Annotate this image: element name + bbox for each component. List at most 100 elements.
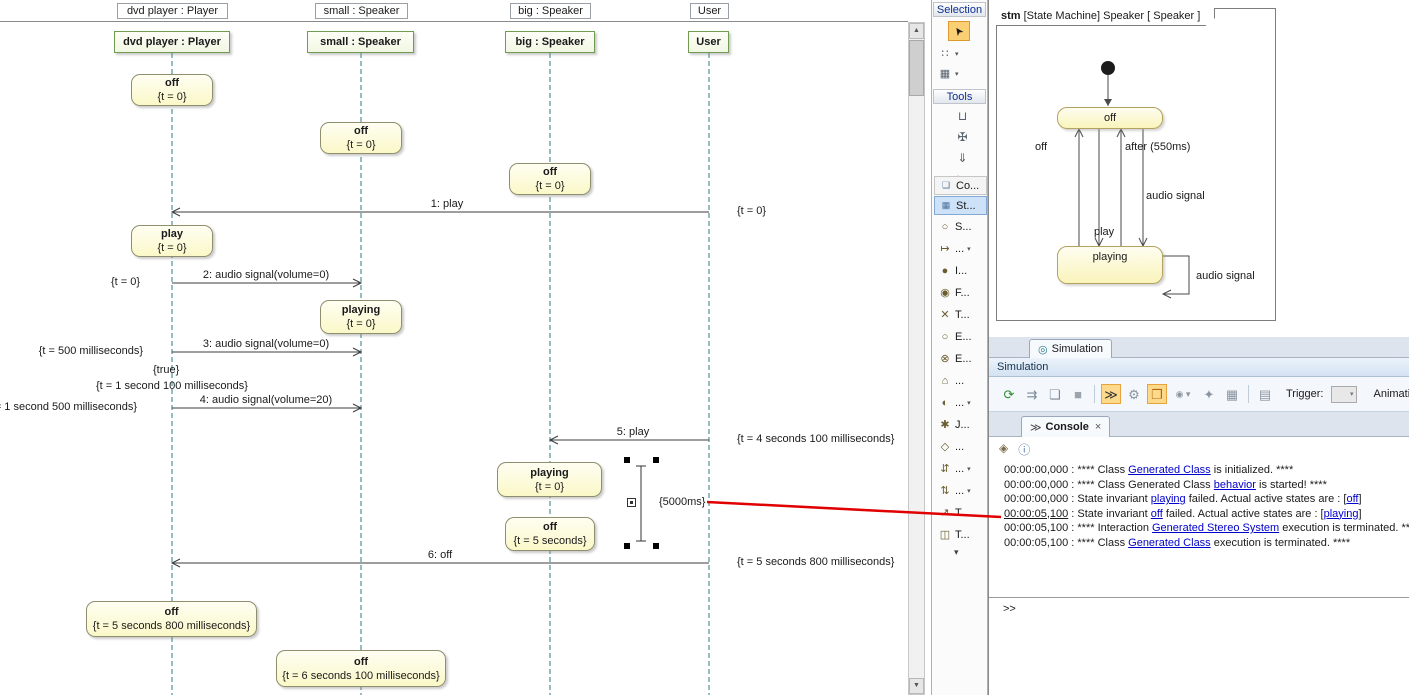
console-output[interactable]: 00:00:00,000 : **** Class Generated Clas…: [1004, 463, 1409, 550]
palette-item[interactable]: ⌂...: [934, 371, 987, 390]
dropdown-icon[interactable]: ▾: [955, 50, 959, 58]
palette-item[interactable]: ⇅...▾: [934, 481, 987, 500]
time-constraint-text[interactable]: {t = 4 seconds 100 milliseconds}: [737, 433, 894, 445]
palette-tool-row[interactable]: ⇓: [934, 148, 987, 167]
palette-section-Co[interactable]: ❏Co...: [934, 176, 987, 195]
state-invariant[interactable]: off{t = 0}: [131, 74, 213, 106]
message-label[interactable]: 1: play: [337, 198, 557, 210]
state-invariant[interactable]: off{t = 5 seconds}: [505, 517, 595, 551]
sm-transition-label[interactable]: after (550ms): [1125, 141, 1190, 153]
scroll-down-icon[interactable]: ▼: [909, 678, 924, 694]
console-line[interactable]: 00:00:00,000 : **** Class Generated Clas…: [1004, 478, 1409, 493]
console-line[interactable]: 00:00:05,100 : State invariant off faile…: [1004, 507, 1409, 522]
lock-icon[interactable]: ✦: [1199, 384, 1219, 404]
dropdown-icon[interactable]: ▾: [955, 70, 959, 78]
scrollbar-thumb[interactable]: [909, 40, 924, 96]
variables-table-icon[interactable]: ▦: [1222, 384, 1242, 404]
palette-section-St[interactable]: ▦St...: [934, 196, 987, 215]
sm-state-off[interactable]: off: [1057, 107, 1163, 129]
run-icon[interactable]: ⟳: [999, 384, 1019, 404]
time-constraint-text[interactable]: {t = 0}: [111, 276, 140, 288]
palette-item[interactable]: ✕T...: [934, 305, 987, 324]
console-link[interactable]: off: [1151, 508, 1163, 520]
sm-transition-label[interactable]: off: [1035, 141, 1047, 153]
tab-simulation[interactable]: ◎ Simulation: [1029, 339, 1112, 358]
state-invariant[interactable]: off{t = 6 seconds 100 milliseconds}: [276, 650, 446, 687]
info-icon[interactable]: ⓘ: [1018, 441, 1030, 458]
breakpoints-icon[interactable]: ◉ ▾: [1170, 384, 1196, 404]
palette-item[interactable]: ○S...: [934, 217, 987, 236]
state-invariant[interactable]: play{t = 0}: [131, 225, 213, 257]
state-invariant[interactable]: off{t = 0}: [509, 163, 591, 195]
state-machine-diagram[interactable]: stm [State Machine] Speaker [ Speaker ] …: [989, 0, 1409, 337]
lifeline-top-label[interactable]: big : Speaker: [510, 3, 591, 19]
dropdown-icon[interactable]: ▾: [967, 399, 971, 407]
sm-transition-label[interactable]: audio signal: [1146, 190, 1205, 202]
message-label[interactable]: 3: audio signal(volume=0): [156, 338, 376, 350]
selection-handle[interactable]: [624, 543, 630, 549]
tab-console[interactable]: ≫ Console ×: [1021, 416, 1110, 437]
copy-log-icon[interactable]: ❏: [1045, 384, 1065, 404]
stop-icon[interactable]: ■: [1068, 384, 1088, 404]
palette-item[interactable]: ◫T...: [934, 525, 987, 544]
console-link[interactable]: playing: [1151, 493, 1186, 505]
palette-item[interactable]: ○E...: [934, 327, 987, 346]
duration-constraint-label[interactable]: {5000ms}: [659, 496, 705, 508]
selection-handle[interactable]: [653, 457, 659, 463]
sequence-diagram-canvas[interactable]: dvd player : Player small : Speaker big : …: [0, 0, 908, 695]
time-constraint-text[interactable]: {t = 500 milliseconds}: [39, 345, 143, 357]
console-line[interactable]: 00:00:00,000 : **** Class Generated Clas…: [1004, 463, 1409, 478]
selection-handle[interactable]: [624, 457, 630, 463]
state-invariant[interactable]: off{t = 0}: [320, 122, 402, 154]
dropdown-icon[interactable]: ▾: [967, 465, 971, 473]
dropdown-icon[interactable]: ▾: [967, 487, 971, 495]
windows-toggle-icon[interactable]: ❐: [1147, 384, 1167, 404]
lifeline-top-label[interactable]: small : Speaker: [315, 3, 408, 19]
console-link[interactable]: Generated Class: [1128, 537, 1211, 549]
time-constraint-text[interactable]: {t = 1 second 100 milliseconds}: [96, 380, 248, 392]
step-icon[interactable]: ⇉: [1022, 384, 1042, 404]
palette-tool-row[interactable]: ✠: [934, 127, 987, 146]
time-constraint-text[interactable]: {t = 1 second 500 milliseconds}: [0, 401, 137, 413]
time-constraint-text[interactable]: {t = 5 seconds 800 milliseconds}: [737, 556, 894, 568]
palette-tool-row[interactable]: ▦▾: [934, 64, 987, 83]
selection-cursor-button[interactable]: ➤: [948, 21, 970, 41]
palette-item[interactable]: ◇...: [934, 437, 987, 456]
trigger-dropdown[interactable]: ▾: [1331, 386, 1357, 403]
palette-item[interactable]: ●I...: [934, 261, 987, 280]
console-link[interactable]: off: [1346, 493, 1358, 505]
vertical-scrollbar[interactable]: ▲ ▼: [908, 22, 925, 695]
palette-item[interactable]: ◐...▾: [934, 393, 987, 412]
lifeline-head[interactable]: small : Speaker: [307, 31, 414, 53]
console-toggle-icon[interactable]: ≫: [1101, 384, 1121, 404]
palette-item[interactable]: ↗T...: [934, 503, 987, 522]
message-label[interactable]: 5: play: [523, 426, 743, 438]
palette-tool-row[interactable]: ∷▾: [934, 44, 987, 63]
console-input[interactable]: [1019, 602, 1349, 616]
console-line[interactable]: 00:00:05,100 : **** Interaction Generate…: [1004, 521, 1409, 536]
sm-state-playing[interactable]: playing: [1057, 246, 1163, 284]
palette-item[interactable]: ⊗E...: [934, 349, 987, 368]
settings-gear-icon[interactable]: ⚙: [1124, 384, 1144, 404]
selection-handle[interactable]: [653, 543, 659, 549]
message-label[interactable]: 4: audio signal(volume=20): [156, 394, 376, 406]
export-icon[interactable]: ▤: [1255, 384, 1275, 404]
scroll-up-icon[interactable]: ▲: [909, 23, 924, 39]
palette-more-icon[interactable]: ▾: [954, 547, 959, 558]
lifeline-top-label[interactable]: User: [690, 3, 729, 19]
time-constraint-text[interactable]: {true}: [153, 364, 179, 376]
state-invariant[interactable]: off{t = 5 seconds 800 milliseconds}: [86, 601, 257, 637]
lifeline-top-label[interactable]: dvd player : Player: [117, 3, 228, 19]
console-link[interactable]: Generated Stereo System: [1152, 522, 1279, 534]
lifeline-head[interactable]: dvd player : Player: [114, 31, 230, 53]
clear-console-icon[interactable]: ◈: [999, 441, 1008, 458]
sm-transition-label[interactable]: audio signal: [1196, 270, 1255, 282]
dropdown-icon[interactable]: ▾: [967, 245, 971, 253]
lifeline-head[interactable]: User: [688, 31, 729, 53]
palette-item[interactable]: ⇵...▾: [934, 459, 987, 478]
message-label[interactable]: 2: audio signal(volume=0): [156, 269, 376, 281]
console-line[interactable]: 00:00:00,000 : State invariant playing f…: [1004, 492, 1409, 507]
console-link[interactable]: Generated Class: [1128, 464, 1211, 476]
close-icon[interactable]: ×: [1095, 421, 1101, 433]
constraint-anchor-icon[interactable]: [627, 498, 636, 507]
